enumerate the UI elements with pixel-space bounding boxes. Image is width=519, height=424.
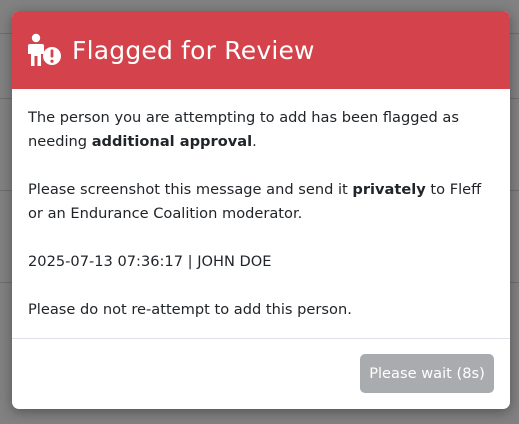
screenshot-instruction: Please screenshot this message and send …: [28, 178, 493, 226]
retry-warning: Please do not re-attempt to add this per…: [28, 301, 352, 318]
timestamp-user-line: 2025-07-13 07:36:17 | JOHN DOE: [28, 253, 272, 270]
instruction-text: Please screenshot this message and send …: [28, 181, 353, 198]
flag-notice-end: .: [252, 133, 257, 150]
modal-body: The person you are attempting to add has…: [12, 89, 510, 338]
privately-emphasis: privately: [352, 181, 426, 198]
person-alert-icon: [28, 33, 61, 66]
modal-footer: Please wait (8s): [12, 338, 510, 409]
flagged-review-dialog: Flagged for Review The person you are at…: [12, 11, 510, 409]
flag-notice: The person you are attempting to add has…: [28, 106, 493, 154]
additional-approval-emphasis: additional approval: [91, 133, 253, 150]
modal-title: Flagged for Review: [72, 35, 315, 65]
please-wait-button[interactable]: Please wait (8s): [360, 354, 494, 393]
modal-header: Flagged for Review: [12, 11, 510, 89]
